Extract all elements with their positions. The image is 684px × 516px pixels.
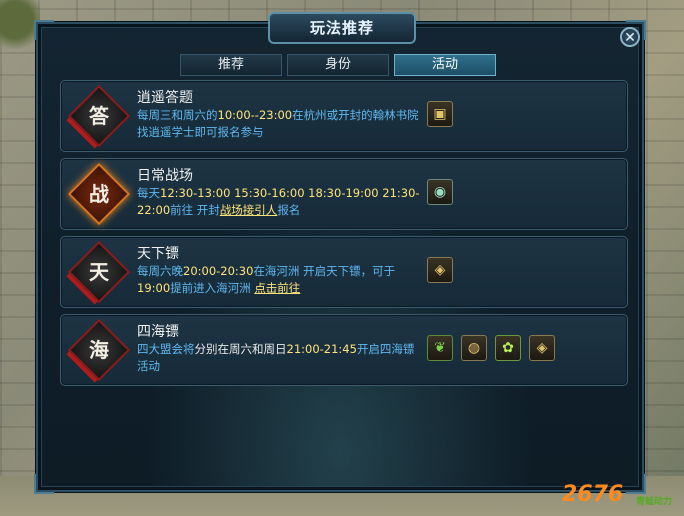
desc-text: 四大盟会将 xyxy=(137,342,195,356)
activity-badge-glyph: 天 xyxy=(89,260,109,284)
green-leaf-icon[interactable]: ❦ xyxy=(427,335,453,361)
desc-text: 每周六晚 xyxy=(137,264,183,278)
desc-time: 21:00-21:45 xyxy=(286,342,357,356)
close-icon: ✕ xyxy=(624,30,636,46)
frame-corner xyxy=(34,20,54,40)
frame-corner xyxy=(626,474,646,494)
activity-card-escort: 天 天下镖 每周六晚20:00-20:30在海河洲 开启天下镖，可于 19:00提… xyxy=(60,236,628,308)
activity-card-quiz: 答 逍遥答题 每周三和周六的10:00--23:00在杭州或开封的翰林书院找逍遥… xyxy=(60,80,628,152)
desc-time: 20:00-20:30 xyxy=(183,264,254,278)
desc-text: 分别在周六和周日 xyxy=(194,342,287,356)
activity-description: 四大盟会将分别在周六和周日21:00-21:45开启四海镖活动 xyxy=(137,341,425,375)
activity-badge-glyph: 答 xyxy=(89,104,109,128)
tab-identity[interactable]: 身份 xyxy=(287,54,389,76)
activity-badge-glyph: 海 xyxy=(89,338,109,362)
activity-title: 四海镖 xyxy=(137,324,179,340)
jade-orb-icon[interactable]: ◉ xyxy=(427,179,453,205)
desc-time: 10:00--23:00 xyxy=(217,108,293,122)
desc-text: 每周三和周六的 xyxy=(137,108,218,122)
green-spirit-icon[interactable]: ✿ xyxy=(495,335,521,361)
treasure-chest-icon[interactable]: ▣ xyxy=(427,101,453,127)
watermark-logo: 2676 xyxy=(562,482,624,507)
battlefield-npc-link[interactable]: 战场接引人 xyxy=(220,203,278,217)
desc-text: 在海河洲 开启天下镖，可于 xyxy=(253,264,396,278)
activity-description: 每周六晚20:00-20:30在海河洲 开启天下镖，可于 19:00提前进入海河洲… xyxy=(137,263,425,297)
activity-description: 每天12:30-13:00 15:30-16:00 18:30-19:00 21… xyxy=(137,185,425,219)
ingot-stack-icon[interactable]: ◍ xyxy=(461,335,487,361)
gold-coin-icon[interactable]: ◈ xyxy=(427,257,453,283)
window-title: 玩法推荐 xyxy=(268,12,416,44)
tab-activity[interactable]: 活动 xyxy=(394,54,496,76)
activity-recommend-window: 玩法推荐 ✕ 推荐 身份 活动 答 逍遥答题 每周三和周六的10:00--23:… xyxy=(34,12,646,494)
activity-title: 逍遥答题 xyxy=(137,90,193,106)
activity-title: 日常战场 xyxy=(137,168,193,184)
close-button[interactable]: ✕ xyxy=(620,27,640,47)
gold-coin-icon[interactable]: ◈ xyxy=(529,335,555,361)
watermark-subtitle: 青蛙动力 xyxy=(636,497,673,507)
activity-description: 每周三和周六的10:00--23:00在杭州或开封的翰林书院找逍遥学士即可报名参… xyxy=(137,107,425,141)
desc-text: 报名 xyxy=(277,203,301,217)
desc-text: 提前进入海河洲 xyxy=(170,281,255,295)
desc-text: 前往 开封 xyxy=(170,203,220,217)
tab-recommend[interactable]: 推荐 xyxy=(180,54,282,76)
activity-title: 天下镖 xyxy=(137,246,179,262)
activity-card-battlefield: 战 日常战场 每天12:30-13:00 15:30-16:00 18:30-1… xyxy=(60,158,628,230)
frame-corner xyxy=(34,474,54,494)
desc-text: 每天 xyxy=(137,186,160,200)
goto-link[interactable]: 点击前往 xyxy=(254,281,300,295)
desc-time: 19:00 xyxy=(137,281,171,295)
activity-card-four-seas-escort: 海 四海镖 四大盟会将分别在周六和周日21:00-21:45开启四海镖活动 ❦ … xyxy=(60,314,628,386)
activity-badge-glyph: 战 xyxy=(89,182,109,206)
